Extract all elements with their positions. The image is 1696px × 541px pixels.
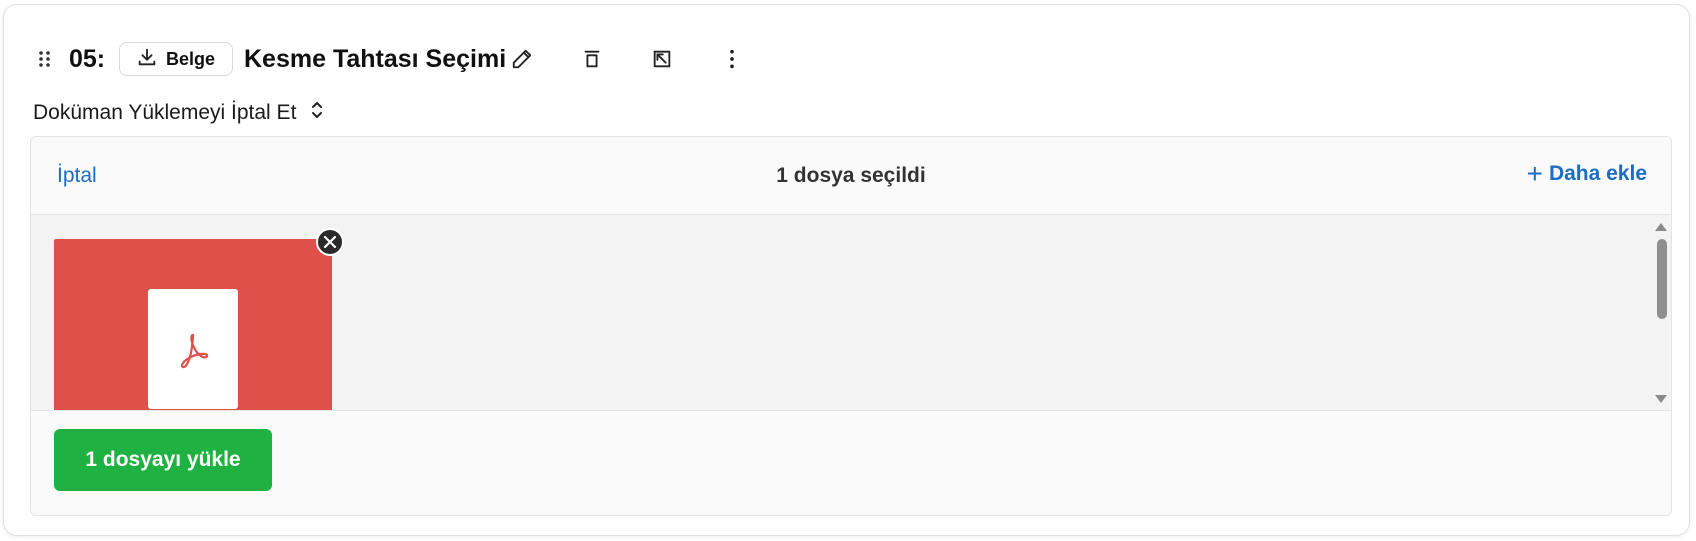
close-icon [323, 235, 337, 249]
cancel-upload-label: Doküman Yüklemeyi İptal Et [33, 101, 297, 124]
pdf-icon [148, 289, 238, 409]
pencil-icon [512, 49, 532, 69]
open-button[interactable] [648, 45, 676, 73]
step-card: 05: Belge Kesme Tahtası Seçimi Doküman Y… [3, 4, 1690, 536]
scroll-thumb[interactable] [1657, 239, 1667, 319]
add-more-label: Daha ekle [1548, 162, 1647, 185]
more-button[interactable] [718, 45, 746, 73]
type-badge-label: Belge [166, 48, 216, 69]
add-more-link[interactable]: + Daha ekle [1526, 158, 1647, 189]
edit-button[interactable] [508, 45, 536, 73]
file-thumbnail[interactable] [54, 239, 332, 410]
remove-file-button[interactable] [316, 228, 344, 256]
selected-files-count: 1 dosya seçildi [776, 164, 926, 187]
step-title: Kesme Tahtası Seçimi [244, 45, 507, 73]
drag-handle-icon[interactable] [38, 50, 52, 68]
step-header: 05: Belge Kesme Tahtası Seçimi [4, 5, 1689, 105]
file-list [31, 215, 1671, 411]
download-icon [136, 46, 158, 73]
delete-button[interactable] [578, 45, 606, 73]
scrollbar[interactable] [1653, 215, 1671, 410]
more-vertical-icon [730, 49, 734, 69]
uploader-topbar: İptal 1 dosya seçildi + Daha ekle [31, 137, 1671, 215]
scroll-down-arrow-icon[interactable] [1655, 395, 1667, 403]
cancel-upload-select[interactable]: Doküman Yüklemeyi İptal Et [33, 99, 324, 127]
step-number: 05: [69, 45, 106, 73]
scroll-up-arrow-icon[interactable] [1655, 223, 1667, 231]
upload-files-button[interactable]: 1 dosyayı yükle [54, 429, 272, 491]
type-badge[interactable]: Belge [119, 42, 233, 76]
trash-icon [584, 50, 600, 68]
uploader-footer: 1 dosyayı yükle [31, 411, 1671, 515]
plus-icon: + [1526, 158, 1543, 189]
chevron-up-down-icon [310, 100, 324, 126]
open-external-icon [653, 50, 671, 68]
file-uploader: İptal 1 dosya seçildi + Daha ekle 1 dosy… [30, 136, 1672, 516]
